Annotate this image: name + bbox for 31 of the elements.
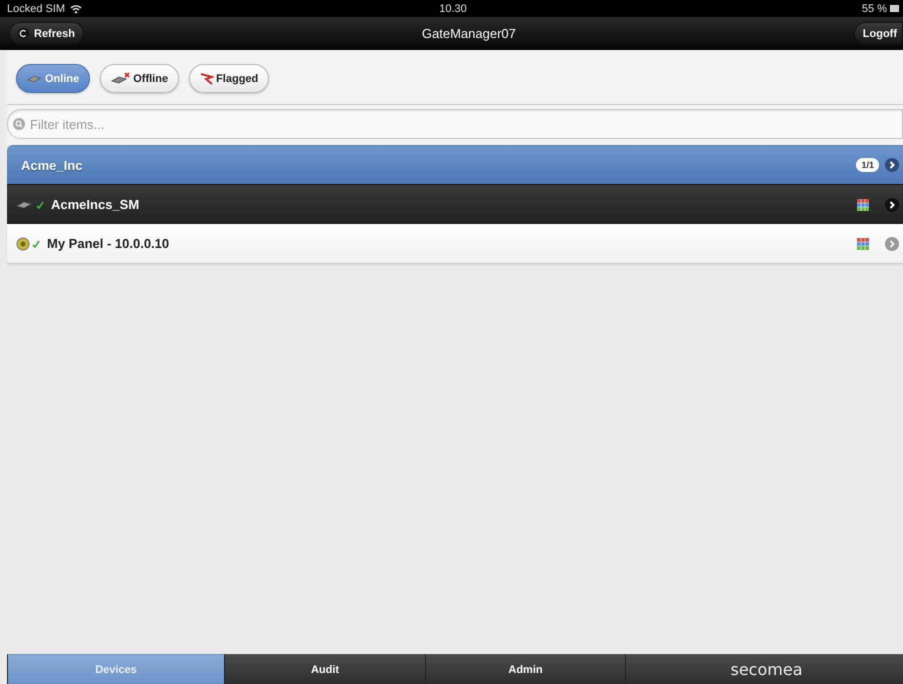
check-icon — [36, 200, 44, 208]
grid-icon — [857, 238, 869, 250]
device-cross-icon — [111, 72, 132, 86]
device-row[interactable]: My Panel - 10.0.0.10 — [7, 224, 903, 264]
chevron-icon[interactable] — [885, 198, 899, 212]
battery-icon — [890, 4, 899, 13]
brand-logo[interactable]: secomea — [625, 654, 903, 684]
check-icon — [32, 240, 40, 248]
node-row[interactable]: AcmeIncs_SM — [7, 184, 903, 224]
app-title: GateManager07 — [422, 26, 516, 41]
battery-label: 55 % — [862, 2, 887, 14]
logoff-button[interactable]: Logoff — [854, 22, 903, 45]
device-icon — [16, 198, 34, 210]
tab[interactable]: Admin — [425, 654, 625, 684]
count-badge: 1/1 — [856, 158, 879, 172]
clock-label: 10.30 — [439, 2, 467, 14]
filter-field[interactable]: Filter items... — [7, 109, 903, 139]
group-header[interactable]: Acme_Inc 1/1 — [7, 145, 903, 184]
filter-button[interactable]: Offline — [100, 64, 180, 93]
search-icon — [13, 118, 25, 130]
refresh-icon — [18, 28, 29, 39]
wifi-icon — [70, 4, 82, 14]
group-title: Acme_Inc — [21, 158, 84, 172]
carrier-label: Locked SIM — [7, 2, 66, 14]
refresh-button[interactable]: Refresh — [9, 22, 84, 45]
grid-icon — [857, 198, 869, 210]
row-label: My Panel - 10.0.0.10 — [47, 236, 170, 251]
chevron-icon[interactable] — [885, 158, 899, 172]
row-label: AcmeIncs_SM — [51, 197, 140, 212]
filter-button[interactable]: Flagged — [189, 64, 270, 93]
tab[interactable]: Audit — [224, 654, 425, 684]
